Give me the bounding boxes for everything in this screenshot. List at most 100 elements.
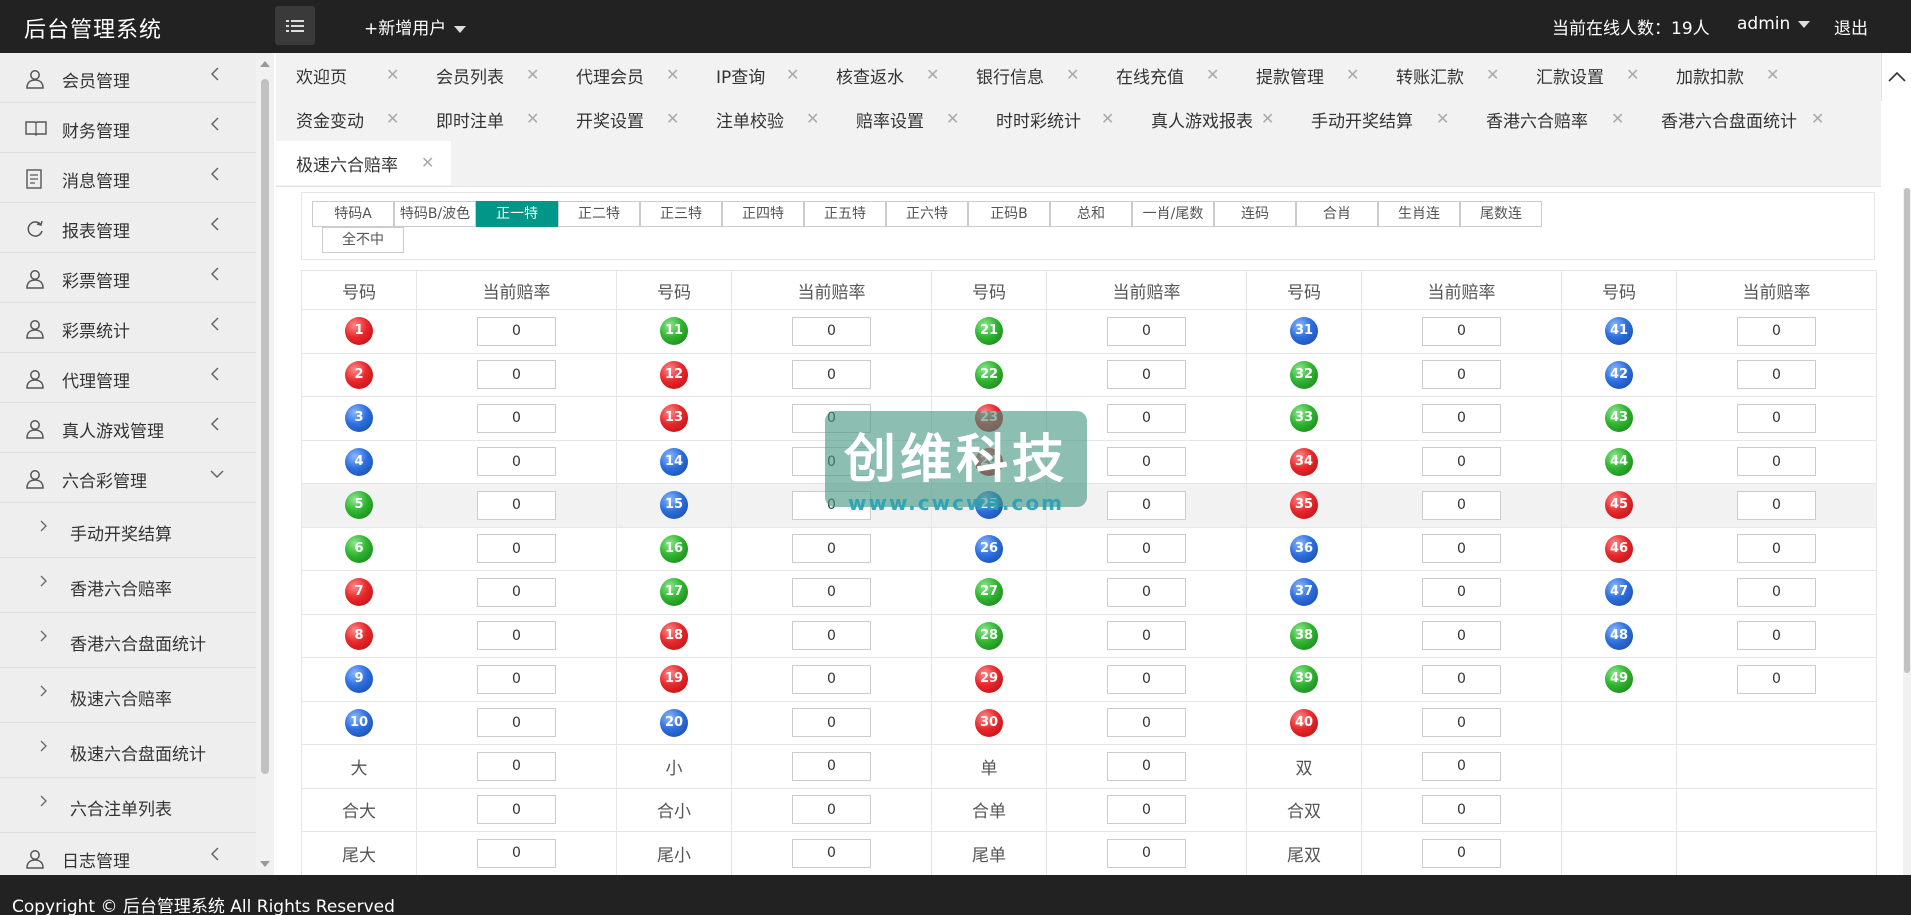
sidebar-item[interactable]: 真人游戏管理 xyxy=(0,403,256,453)
odds-input[interactable] xyxy=(477,316,556,346)
odds-input[interactable] xyxy=(477,534,556,564)
tab[interactable]: 代理会员 ✕ xyxy=(556,53,696,97)
filter-button[interactable]: 总和 xyxy=(1050,201,1132,227)
odds-input[interactable] xyxy=(1737,490,1816,520)
close-icon[interactable]: ✕ xyxy=(1206,65,1219,84)
odds-input[interactable] xyxy=(1107,751,1186,781)
filter-button[interactable]: 生肖连 xyxy=(1378,201,1460,227)
tab[interactable]: 手动开奖结算 ✕ xyxy=(1291,97,1466,141)
odds-input[interactable] xyxy=(1737,447,1816,477)
close-icon[interactable]: ✕ xyxy=(1611,109,1624,128)
odds-input[interactable] xyxy=(477,708,556,738)
odds-input[interactable] xyxy=(1422,795,1501,825)
odds-input[interactable] xyxy=(1422,664,1501,694)
odds-input[interactable] xyxy=(1422,708,1501,738)
odds-input[interactable] xyxy=(1737,664,1816,694)
odds-input[interactable] xyxy=(1107,577,1186,607)
odds-input[interactable] xyxy=(1422,838,1501,868)
odds-input[interactable] xyxy=(792,621,871,651)
odds-input[interactable] xyxy=(1107,621,1186,651)
odds-input[interactable] xyxy=(1422,490,1501,520)
close-icon[interactable]: ✕ xyxy=(526,65,539,84)
tab[interactable]: 真人游戏报表 ✕ xyxy=(1131,97,1291,141)
odds-input[interactable] xyxy=(477,751,556,781)
odds-input[interactable] xyxy=(1737,316,1816,346)
sidebar-subitem[interactable]: 香港六合盘面统计 xyxy=(0,613,256,668)
odds-input[interactable] xyxy=(1737,360,1816,390)
menu-toggle-button[interactable] xyxy=(275,6,315,45)
sidebar-item[interactable]: 报表管理 xyxy=(0,203,256,253)
odds-input[interactable] xyxy=(1737,577,1816,607)
admin-menu[interactable]: admin xyxy=(1737,14,1811,34)
close-icon[interactable]: ✕ xyxy=(421,153,434,172)
close-icon[interactable]: ✕ xyxy=(1346,65,1359,84)
sidebar-item[interactable]: 彩票统计 xyxy=(0,303,256,353)
odds-input[interactable] xyxy=(792,838,871,868)
odds-input[interactable] xyxy=(477,795,556,825)
close-icon[interactable]: ✕ xyxy=(926,65,939,84)
close-icon[interactable]: ✕ xyxy=(526,109,539,128)
filter-button[interactable]: 特码B/波色 xyxy=(394,201,476,227)
odds-input[interactable] xyxy=(477,577,556,607)
tab[interactable]: 欢迎页 ✕ xyxy=(276,53,416,97)
odds-input[interactable] xyxy=(1737,534,1816,564)
odds-input[interactable] xyxy=(792,360,871,390)
tab[interactable]: 资金变动 ✕ xyxy=(276,97,416,141)
odds-input[interactable] xyxy=(1422,577,1501,607)
odds-input[interactable] xyxy=(1107,403,1186,433)
close-icon[interactable]: ✕ xyxy=(386,65,399,84)
odds-input[interactable] xyxy=(1107,795,1186,825)
odds-input[interactable] xyxy=(792,577,871,607)
tab[interactable]: 核查返水 ✕ xyxy=(816,53,956,97)
close-icon[interactable]: ✕ xyxy=(1066,65,1079,84)
close-icon[interactable]: ✕ xyxy=(806,109,819,128)
tab[interactable]: 在线充值 ✕ xyxy=(1096,53,1236,97)
odds-input[interactable] xyxy=(477,664,556,694)
close-icon[interactable]: ✕ xyxy=(386,109,399,128)
odds-input[interactable] xyxy=(1107,316,1186,346)
odds-input[interactable] xyxy=(1107,708,1186,738)
odds-input[interactable] xyxy=(1737,403,1816,433)
tab[interactable]: 香港六合盘面统计 ✕ xyxy=(1641,97,1841,141)
sidebar-scroll-thumb[interactable] xyxy=(261,79,269,774)
collapse-tabs-button[interactable] xyxy=(1881,53,1911,101)
filter-button[interactable]: 正三特 xyxy=(640,201,722,227)
sidebar-scrollbar[interactable] xyxy=(256,53,274,875)
odds-input[interactable] xyxy=(477,621,556,651)
odds-input[interactable] xyxy=(1737,621,1816,651)
scroll-down-icon[interactable] xyxy=(260,861,270,867)
odds-input[interactable] xyxy=(1422,447,1501,477)
odds-input[interactable] xyxy=(477,447,556,477)
odds-input[interactable] xyxy=(792,708,871,738)
sidebar-subitem[interactable]: 极速六合盘面统计 xyxy=(0,723,256,778)
sidebar-subitem[interactable]: 手动开奖结算 xyxy=(0,503,256,558)
filter-button[interactable]: 一肖/尾数 xyxy=(1132,201,1214,227)
sidebar-item[interactable]: 日志管理 xyxy=(0,833,256,875)
odds-input[interactable] xyxy=(1422,403,1501,433)
add-user-menu[interactable]: +新增用户 xyxy=(364,14,467,39)
tab[interactable]: 会员列表 ✕ xyxy=(416,53,556,97)
filter-button[interactable]: 正六特 xyxy=(886,201,968,227)
odds-input[interactable] xyxy=(477,838,556,868)
close-icon[interactable]: ✕ xyxy=(666,109,679,128)
sidebar-item[interactable]: 财务管理 xyxy=(0,103,256,153)
close-icon[interactable]: ✕ xyxy=(1261,109,1274,128)
odds-input[interactable] xyxy=(1422,534,1501,564)
close-icon[interactable]: ✕ xyxy=(1626,65,1639,84)
odds-input[interactable] xyxy=(1107,664,1186,694)
filter-button[interactable]: 连码 xyxy=(1214,201,1296,227)
odds-input[interactable] xyxy=(477,403,556,433)
close-icon[interactable]: ✕ xyxy=(1766,65,1779,84)
sidebar-item[interactable]: 彩票管理 xyxy=(0,253,256,303)
tab[interactable]: 赔率设置 ✕ xyxy=(836,97,976,141)
tab[interactable]: 香港六合赔率 ✕ xyxy=(1466,97,1641,141)
sidebar-subitem[interactable]: 六合注单列表 xyxy=(0,778,256,833)
filter-button[interactable]: 正二特 xyxy=(558,201,640,227)
tab[interactable]: 开奖设置 ✕ xyxy=(556,97,696,141)
filter-button[interactable]: 尾数连 xyxy=(1460,201,1542,227)
tab[interactable]: 时时彩统计 ✕ xyxy=(976,97,1131,141)
scroll-up-icon[interactable] xyxy=(260,61,270,67)
odds-input[interactable] xyxy=(477,490,556,520)
tab[interactable]: 转账汇款 ✕ xyxy=(1376,53,1516,97)
odds-input[interactable] xyxy=(1422,621,1501,651)
